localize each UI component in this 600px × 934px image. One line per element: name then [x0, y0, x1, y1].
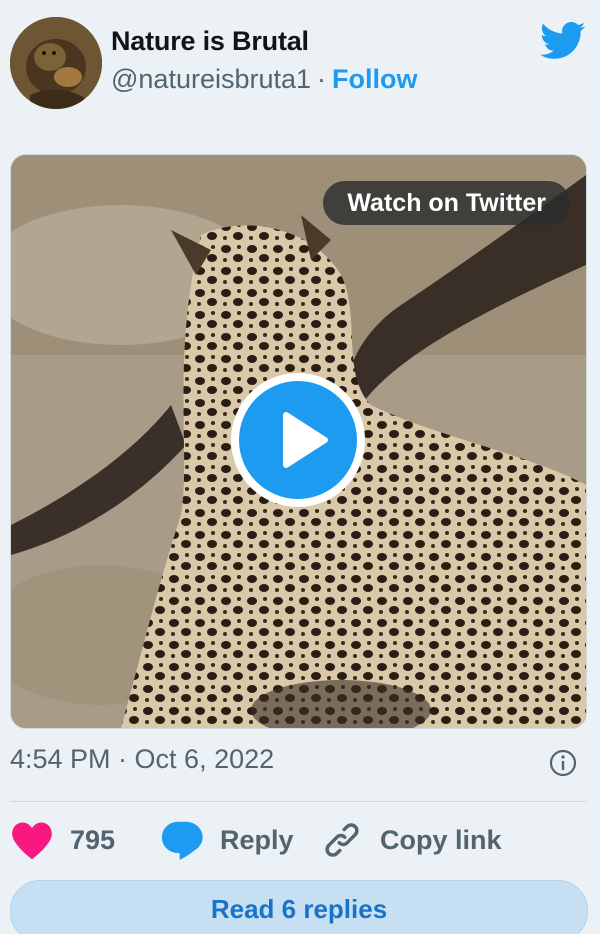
reply-button[interactable]: Reply: [160, 815, 294, 865]
read-replies-label: Read 6 replies: [210, 894, 388, 924]
author-avatar[interactable]: [10, 17, 102, 109]
handle-separator: ·: [317, 64, 327, 94]
heart-icon: [12, 822, 52, 860]
author-handle-row: @natureisbruta1 · Follow: [111, 64, 418, 95]
watch-on-twitter-button[interactable]: Watch on Twitter: [323, 181, 570, 225]
video-player[interactable]: Watch on Twitter: [10, 154, 587, 729]
tweet-embed-card: Nature is Brutal @natureisbruta1 · Follow: [0, 0, 600, 934]
like-count: 795: [70, 824, 116, 855]
tweet-timestamp[interactable]: 4:54 PM · Oct 6, 2022: [10, 744, 274, 775]
play-button[interactable]: [231, 373, 365, 507]
divider: [10, 801, 586, 802]
copy-link-label: Copy link: [380, 824, 502, 855]
speech-bubble-icon: [161, 821, 203, 860]
like-button[interactable]: 795: [10, 815, 115, 865]
link-icon: [325, 823, 359, 857]
play-icon: [283, 412, 328, 468]
author-handle[interactable]: @natureisbruta1: [111, 64, 311, 94]
read-replies-button[interactable]: Read 6 replies: [10, 880, 588, 934]
info-icon[interactable]: [548, 748, 578, 778]
reply-label: Reply: [220, 824, 294, 855]
twitter-bird-icon[interactable]: [540, 21, 586, 61]
play-button-fill: [239, 381, 357, 499]
avatar-image: [10, 17, 102, 109]
copy-link-button[interactable]: Copy link: [320, 815, 502, 865]
follow-button[interactable]: Follow: [332, 64, 417, 94]
author-name[interactable]: Nature is Brutal: [111, 26, 309, 57]
